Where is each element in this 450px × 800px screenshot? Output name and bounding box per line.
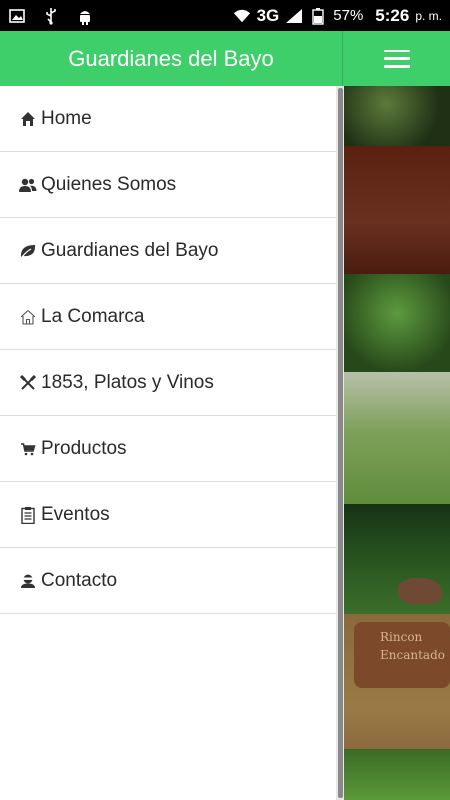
wooden-sign: Rincon Encantado [354,622,450,688]
wifi-icon [233,7,251,25]
drawer-scrollbar-thumb[interactable] [338,88,343,798]
menu-item-label: Home [41,107,92,129]
menu-toggle-button[interactable] [343,31,450,86]
app-bar-title-area: Guardianes del Bayo [0,31,343,86]
battery-percent: 57% [333,7,364,24]
status-bar: 3G 57% 5:26 p. m. [0,0,450,31]
house-outline-icon [19,308,37,326]
sign-line-1: Rincon [380,630,423,644]
clock: 5:26 [375,5,410,25]
menu-item-label: La Comarca [41,305,145,327]
menu-item-productos[interactable]: Productos [0,416,336,482]
navigation-drawer: Home Quienes Somos Guardianes del Bayo L… [0,86,336,800]
signal-icon [285,7,303,25]
leaf-icon [19,242,37,260]
menu-item-quienes-somos[interactable]: Quienes Somos [0,152,336,218]
clock-ampm: p. m. [415,8,442,23]
contact-icon [19,572,37,590]
cutlery-icon [19,374,37,392]
menu-item-label: Contacto [41,569,118,591]
app-bar: Guardianes del Bayo [0,31,450,86]
rock-decoration [398,578,442,604]
app-title: Guardianes del Bayo [68,45,274,71]
hamburger-icon [383,49,410,68]
users-icon [19,176,37,194]
image-notification-icon [8,7,26,25]
menu-item-platos-y-vinos[interactable]: 1853, Platos y Vinos [0,350,336,416]
menu-item-label: Guardianes del Bayo [41,239,219,261]
menu-item-guardianes-del-bayo[interactable]: Guardianes del Bayo [0,218,336,284]
menu-item-home[interactable]: Home [0,86,336,152]
home-icon [19,110,37,128]
battery-icon [309,7,327,25]
cart-icon [19,440,37,458]
menu-item-label: Quienes Somos [41,173,177,195]
usb-icon [42,7,60,25]
background-photo: Rincon Encantado [344,86,450,800]
menu-item-label: Productos [41,437,127,459]
menu-item-contacto[interactable]: Contacto [0,548,336,614]
menu-item-label: Eventos [41,503,110,525]
menu-item-eventos[interactable]: Eventos [0,482,336,548]
menu-item-la-comarca[interactable]: La Comarca [0,284,336,350]
sign-line-2: Encantado [380,648,445,662]
network-type: 3G [256,5,280,25]
clipboard-icon [19,506,37,524]
menu-item-label: 1853, Platos y Vinos [41,371,214,393]
android-icon [76,7,94,25]
